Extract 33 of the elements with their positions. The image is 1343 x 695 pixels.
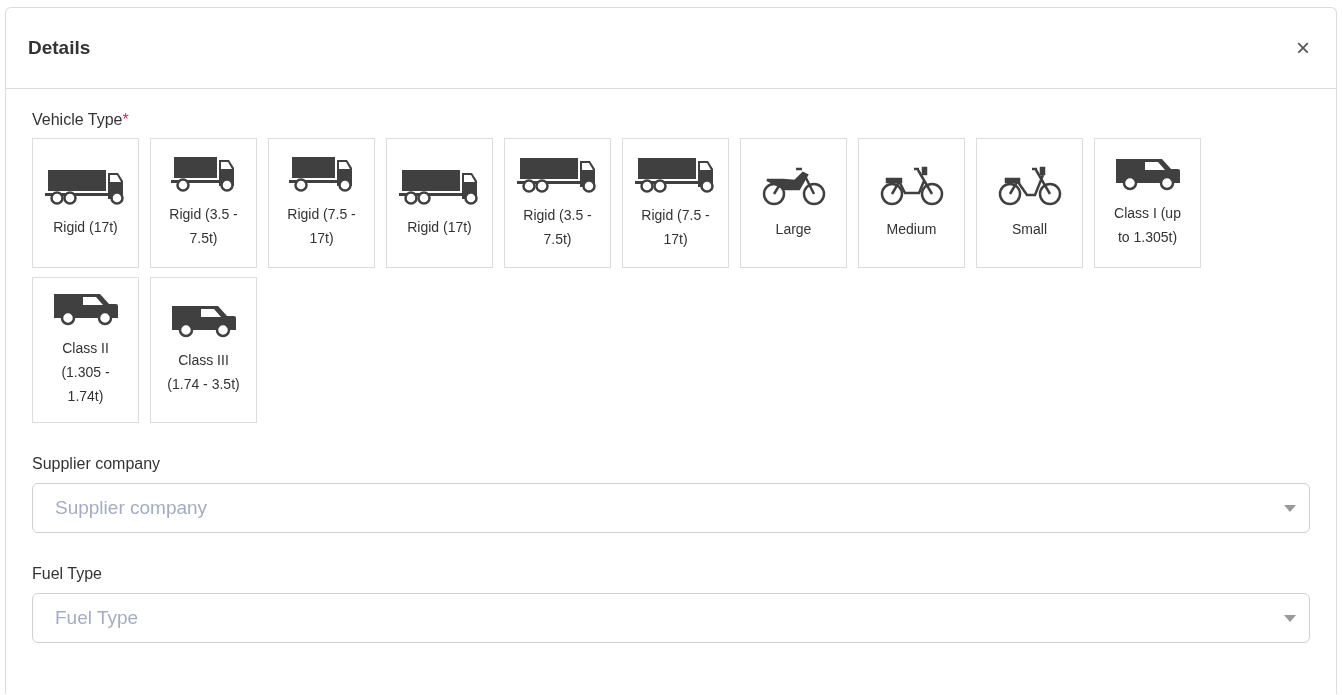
vehicle-option[interactable]: Rigid (17t): [32, 138, 139, 268]
truck-icon: [634, 155, 717, 193]
truck-icon: [398, 167, 481, 205]
field-label: Fuel Type: [32, 565, 103, 583]
close-button[interactable]: ×: [1292, 34, 1314, 62]
caret-icon: [1284, 505, 1296, 512]
vehicle-option[interactable]: Class III (1.74 - 3.5t): [150, 277, 257, 423]
vehicle-option[interactable]: Rigid (3.5 - 7.5t): [504, 138, 611, 268]
caret-icon: [1284, 615, 1296, 622]
vehicle-option[interactable]: Rigid (7.5 - 17t): [268, 138, 375, 268]
vehicle-option[interactable]: Rigid (7.5 - 17t): [622, 138, 729, 268]
field-label: Vehicle Type*: [32, 111, 129, 128]
van-icon: [1114, 157, 1181, 191]
vehicle-option[interactable]: Small: [976, 138, 1083, 268]
truck-icon: [44, 167, 127, 205]
vehicle-option[interactable]: Medium: [858, 138, 965, 268]
dropdown-field[interactable]: Supplier company: [32, 483, 1310, 533]
vehicle-option[interactable]: Class II (1.305 - 1.74t): [32, 277, 139, 423]
truck-icon: [170, 156, 237, 192]
moped-icon: [878, 165, 945, 207]
vehicle-option[interactable]: Rigid (17t): [386, 138, 493, 268]
van-icon: [52, 292, 119, 326]
dropdown-field[interactable]: Fuel Type: [32, 593, 1310, 643]
motorbike-icon: [760, 165, 827, 207]
field-label: Supplier company: [32, 455, 162, 473]
truck-icon: [516, 155, 599, 193]
vehicle-option[interactable]: Rigid (3.5 - 7.5t): [150, 138, 257, 268]
truck-icon: [288, 156, 355, 192]
van-icon: [170, 304, 237, 338]
dialog-title: Details: [28, 37, 91, 59]
bicycle-icon: [996, 165, 1063, 207]
vehicle-option[interactable]: Large: [740, 138, 847, 268]
vehicle-option[interactable]: Class I (up to 1.305t): [1094, 138, 1201, 268]
